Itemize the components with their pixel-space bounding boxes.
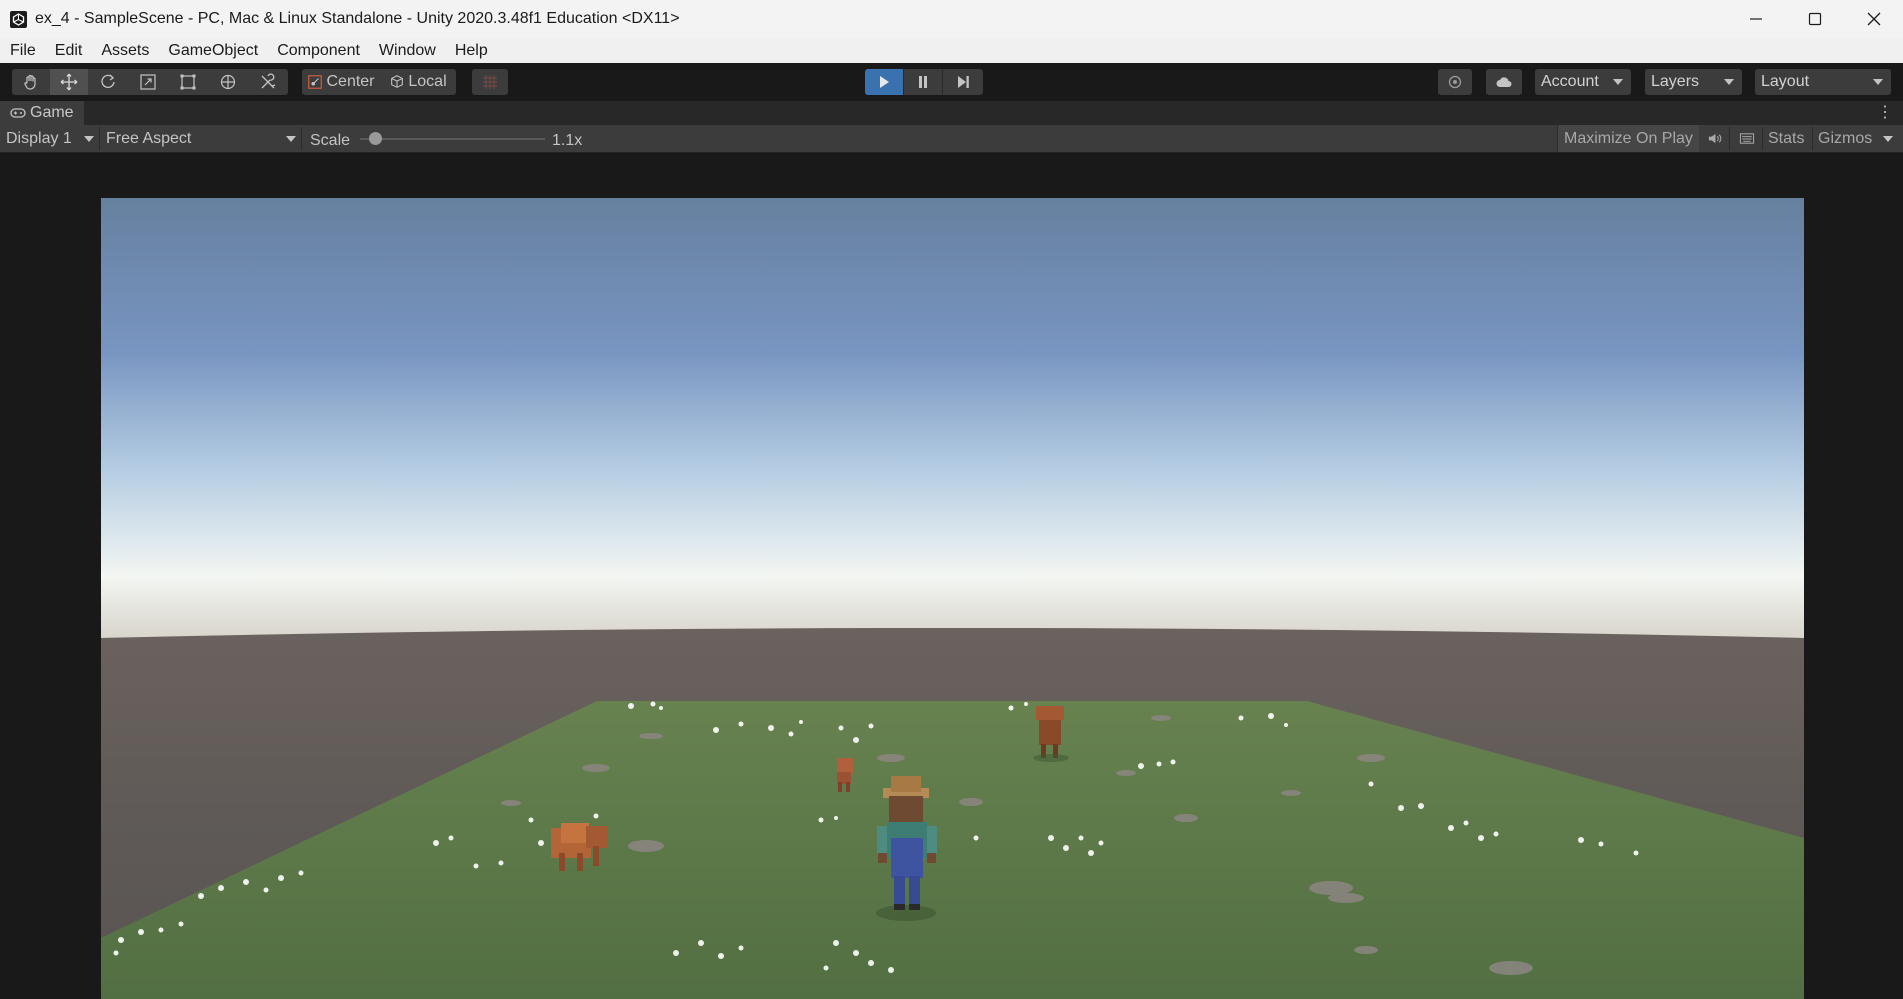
game-render <box>101 198 1804 999</box>
collab-icon[interactable] <box>1438 69 1472 95</box>
tab-game[interactable]: Game <box>0 101 84 125</box>
scale-slider-handle[interactable] <box>369 132 382 145</box>
stats-button[interactable]: Stats <box>1768 125 1804 152</box>
account-dropdown[interactable]: Account <box>1535 69 1631 95</box>
tab-game-label: Game <box>30 104 74 121</box>
game-view-toolbar: Display 1 Free Aspect Scale 1.1x Maximiz… <box>0 125 1903 153</box>
menu-gameobject[interactable]: GameObject <box>158 42 267 60</box>
more-options-icon[interactable]: ⋮ <box>1877 105 1893 121</box>
chevron-down-icon <box>1883 135 1893 142</box>
main-toolbar: Center Local Account Layers Layout <box>0 63 1903 101</box>
pivot-center-icon <box>308 75 323 89</box>
rect-tool-icon[interactable] <box>168 69 208 95</box>
scale-slider-track[interactable] <box>360 138 545 140</box>
toolbar-divider <box>1762 127 1763 150</box>
maximize-on-play-label: Maximize On Play <box>1564 129 1693 147</box>
game-tab-bar: Game ⋮ <box>0 101 1903 125</box>
menu-edit[interactable]: Edit <box>45 42 92 60</box>
chevron-down-icon <box>1724 79 1734 85</box>
pivot-center-label: Center <box>326 73 375 90</box>
scale-value: 1.1x <box>552 131 583 149</box>
gamepad-icon <box>10 108 26 118</box>
close-icon[interactable] <box>1844 0 1903 38</box>
menu-window[interactable]: Window <box>369 42 445 60</box>
menu-assets[interactable]: Assets <box>91 42 158 60</box>
account-label: Account <box>1541 73 1599 90</box>
chevron-down-icon <box>286 136 296 142</box>
window-title: ex_4 - SampleScene - PC, Mac & Linux Sta… <box>35 10 680 27</box>
scale-tool-icon[interactable] <box>128 69 168 95</box>
toolbar-divider <box>1812 127 1813 150</box>
chevron-down-icon <box>1873 79 1883 85</box>
services-group <box>1438 69 1472 95</box>
chevron-down-icon <box>1613 79 1623 85</box>
layout-dropdown[interactable]: Layout <box>1755 69 1891 95</box>
snap-group <box>472 69 508 95</box>
grid-snap-icon[interactable] <box>472 69 508 95</box>
chevron-down-icon <box>84 136 94 142</box>
menu-help[interactable]: Help <box>445 42 497 60</box>
cloud-group <box>1486 69 1522 95</box>
pivot-local-button[interactable]: Local <box>380 69 456 95</box>
title-bar: ex_4 - SampleScene - PC, Mac & Linux Sta… <box>0 0 1903 38</box>
toolbar-divider <box>1729 127 1730 150</box>
custom-tool-icon[interactable] <box>248 69 288 95</box>
maximize-on-play-toggle[interactable]: Maximize On Play <box>1557 125 1699 152</box>
hand-tool-icon[interactable] <box>12 69 50 95</box>
maximize-icon[interactable] <box>1785 0 1844 38</box>
game-viewport[interactable] <box>101 198 1804 999</box>
scale-label: Scale <box>310 131 351 149</box>
transform-tools <box>12 69 288 95</box>
unity-logo-icon <box>10 10 27 28</box>
cloud-icon[interactable] <box>1486 69 1522 95</box>
toolbar-divider <box>99 127 100 150</box>
layers-dropdown[interactable]: Layers <box>1645 69 1742 95</box>
menu-file[interactable]: File <box>0 42 45 60</box>
play-icon[interactable] <box>865 69 903 95</box>
playback-controls <box>865 69 983 95</box>
pause-icon[interactable] <box>904 69 942 95</box>
minimize-icon[interactable] <box>1726 0 1785 38</box>
gizmos-dropdown[interactable] <box>1883 125 1897 152</box>
pivot-tools: Center Local <box>302 69 456 95</box>
keyboard-shortcuts-icon[interactable] <box>1737 125 1757 152</box>
menu-bar: File Edit Assets GameObject Component Wi… <box>0 38 1903 63</box>
window-controls <box>1726 0 1903 38</box>
local-space-icon <box>391 75 404 88</box>
rotate-tool-icon[interactable] <box>88 69 128 95</box>
aspect-dropdown[interactable]: Free Aspect <box>106 125 296 152</box>
gizmos-button[interactable]: Gizmos <box>1818 125 1872 152</box>
transform-tool-icon[interactable] <box>208 69 248 95</box>
sky <box>101 198 1804 638</box>
step-icon[interactable] <box>943 69 983 95</box>
layout-label: Layout <box>1761 73 1810 90</box>
display-dropdown[interactable]: Display 1 <box>6 125 94 152</box>
display-label: Display 1 <box>6 129 72 147</box>
aspect-label: Free Aspect <box>106 129 192 147</box>
move-tool-icon[interactable] <box>50 69 88 95</box>
menu-component[interactable]: Component <box>267 42 369 60</box>
toolbar-divider <box>301 127 302 150</box>
layers-label: Layers <box>1651 73 1700 90</box>
mute-audio-icon[interactable] <box>1704 125 1724 152</box>
pivot-local-label: Local <box>408 73 447 90</box>
pivot-center-button[interactable]: Center <box>302 69 380 95</box>
